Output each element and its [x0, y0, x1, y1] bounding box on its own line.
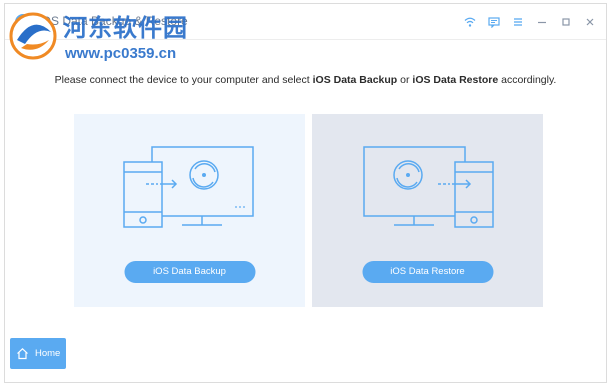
- instruction-text: Please connect the device to your comput…: [5, 74, 606, 86]
- backup-option-panel[interactable]: iOS Data Backup: [74, 114, 305, 307]
- maximize-icon[interactable]: [556, 12, 576, 32]
- instruction-restore-term: iOS Data Restore: [412, 74, 499, 86]
- title-bar: iOS Data Backup & Restore 河东软件园 www.pc03…: [5, 4, 606, 62]
- ios-data-restore-button[interactable]: iOS Data Restore: [362, 261, 493, 283]
- watermark-url: www.pc0359.cn: [65, 45, 177, 62]
- instruction-mid: or: [397, 74, 413, 86]
- app-window: iOS Data Backup & Restore 河东软件园 www.pc03…: [4, 3, 607, 383]
- restore-option-panel[interactable]: iOS Data Restore: [312, 114, 543, 307]
- restore-illustration-icon: [363, 146, 494, 228]
- menu-icon[interactable]: [508, 12, 528, 32]
- instruction-post: accordingly.: [498, 74, 557, 86]
- home-button[interactable]: Home: [10, 338, 66, 369]
- backup-illustration-icon: [123, 146, 254, 228]
- title-bar-controls: [460, 12, 600, 32]
- ios-data-backup-button[interactable]: iOS Data Backup: [124, 261, 255, 283]
- feedback-icon[interactable]: [484, 12, 504, 32]
- home-label: Home: [35, 348, 61, 359]
- home-icon: [17, 347, 28, 360]
- wifi-icon[interactable]: [460, 12, 480, 32]
- close-icon[interactable]: [580, 12, 600, 32]
- watermark-site-name: 河东软件园: [63, 15, 188, 42]
- instruction-backup-term: iOS Data Backup: [312, 74, 398, 86]
- instruction-pre: Please connect the device to your comput…: [54, 74, 313, 86]
- minimize-icon[interactable]: [532, 12, 552, 32]
- watermark-logo-icon: [9, 12, 57, 60]
